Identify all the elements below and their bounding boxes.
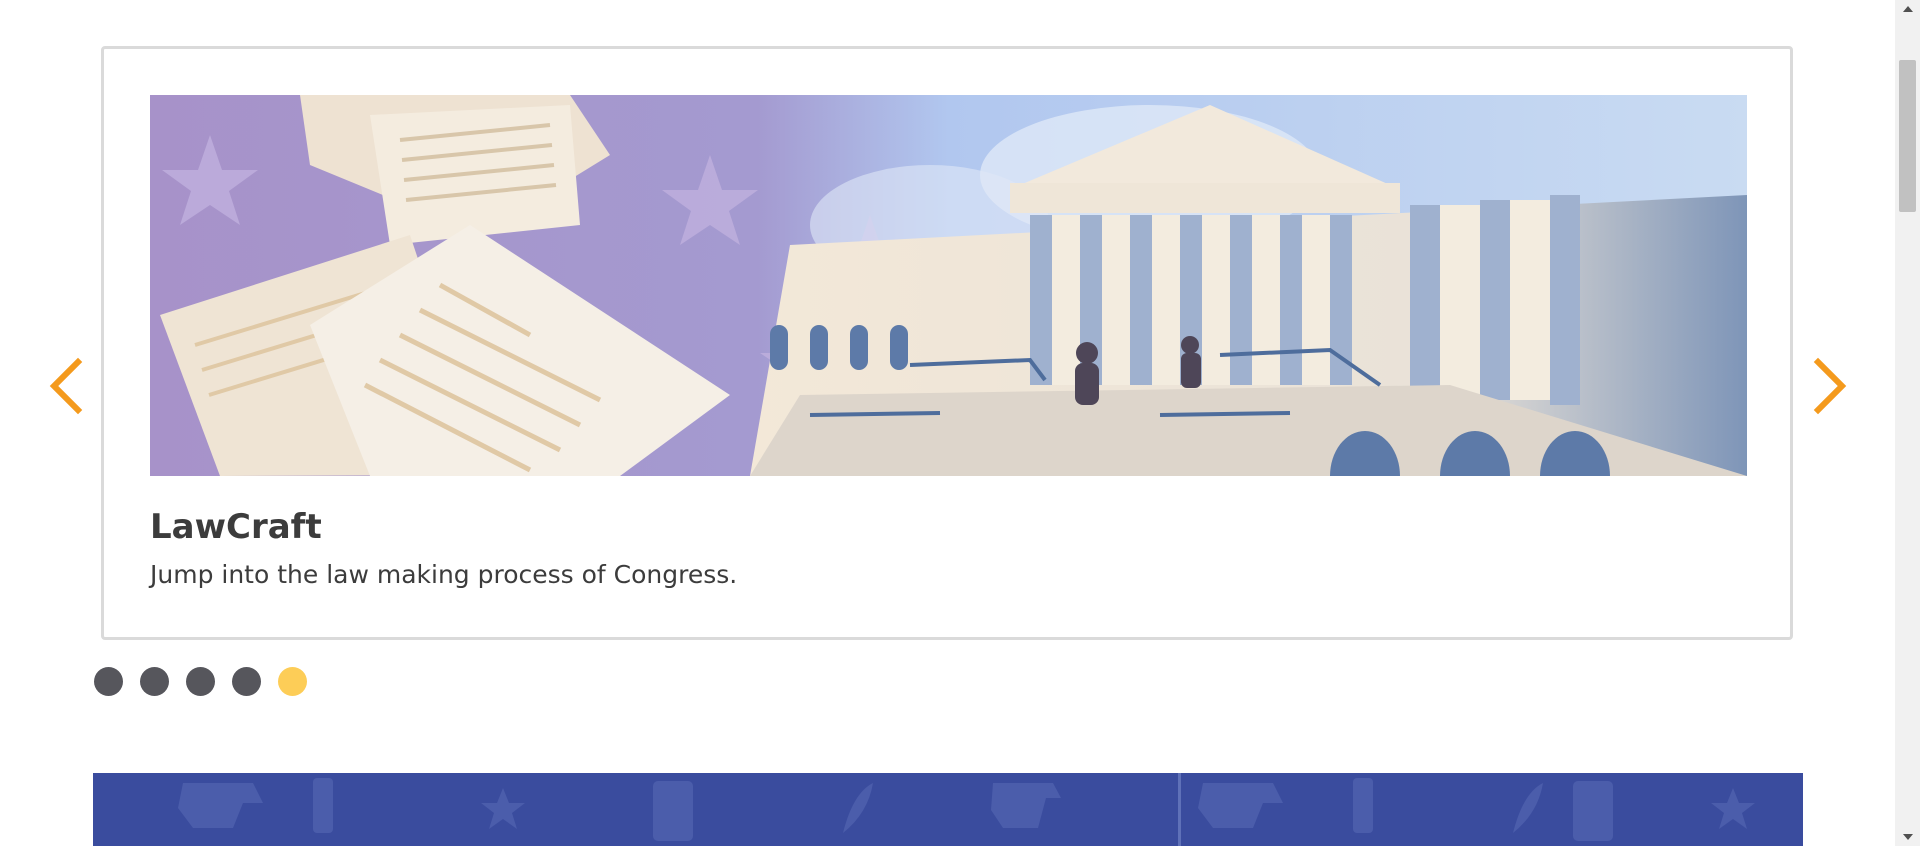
carousel-dot-5-active[interactable]: [278, 667, 307, 696]
scroll-up-arrow-icon[interactable]: [1895, 0, 1920, 18]
scrollbar-thumb[interactable]: [1899, 60, 1916, 212]
carousel-card: LawCraft Jump into the law making proces…: [101, 46, 1793, 640]
carousel-dot-1[interactable]: [94, 667, 123, 696]
carousel-dot-3[interactable]: [186, 667, 215, 696]
capitol-illustration: [150, 95, 1747, 476]
scroll-down-arrow-icon[interactable]: [1895, 828, 1920, 846]
slide-description: Jump into the law making process of Cong…: [150, 560, 738, 589]
carousel-dot-2[interactable]: [140, 667, 169, 696]
slide-title: LawCraft: [150, 507, 322, 547]
carousel-next-button[interactable]: [1810, 356, 1850, 416]
carousel-prev-button[interactable]: [46, 356, 86, 416]
chevron-right-icon: [1813, 357, 1847, 415]
section-banner: [93, 773, 1803, 846]
slide-banner-image[interactable]: [150, 95, 1747, 476]
civics-pattern-background: [178, 773, 1755, 846]
vertical-scrollbar[interactable]: [1895, 0, 1920, 846]
carousel-dot-4[interactable]: [232, 667, 261, 696]
chevron-left-icon: [49, 357, 83, 415]
carousel-pagination: [94, 667, 307, 696]
